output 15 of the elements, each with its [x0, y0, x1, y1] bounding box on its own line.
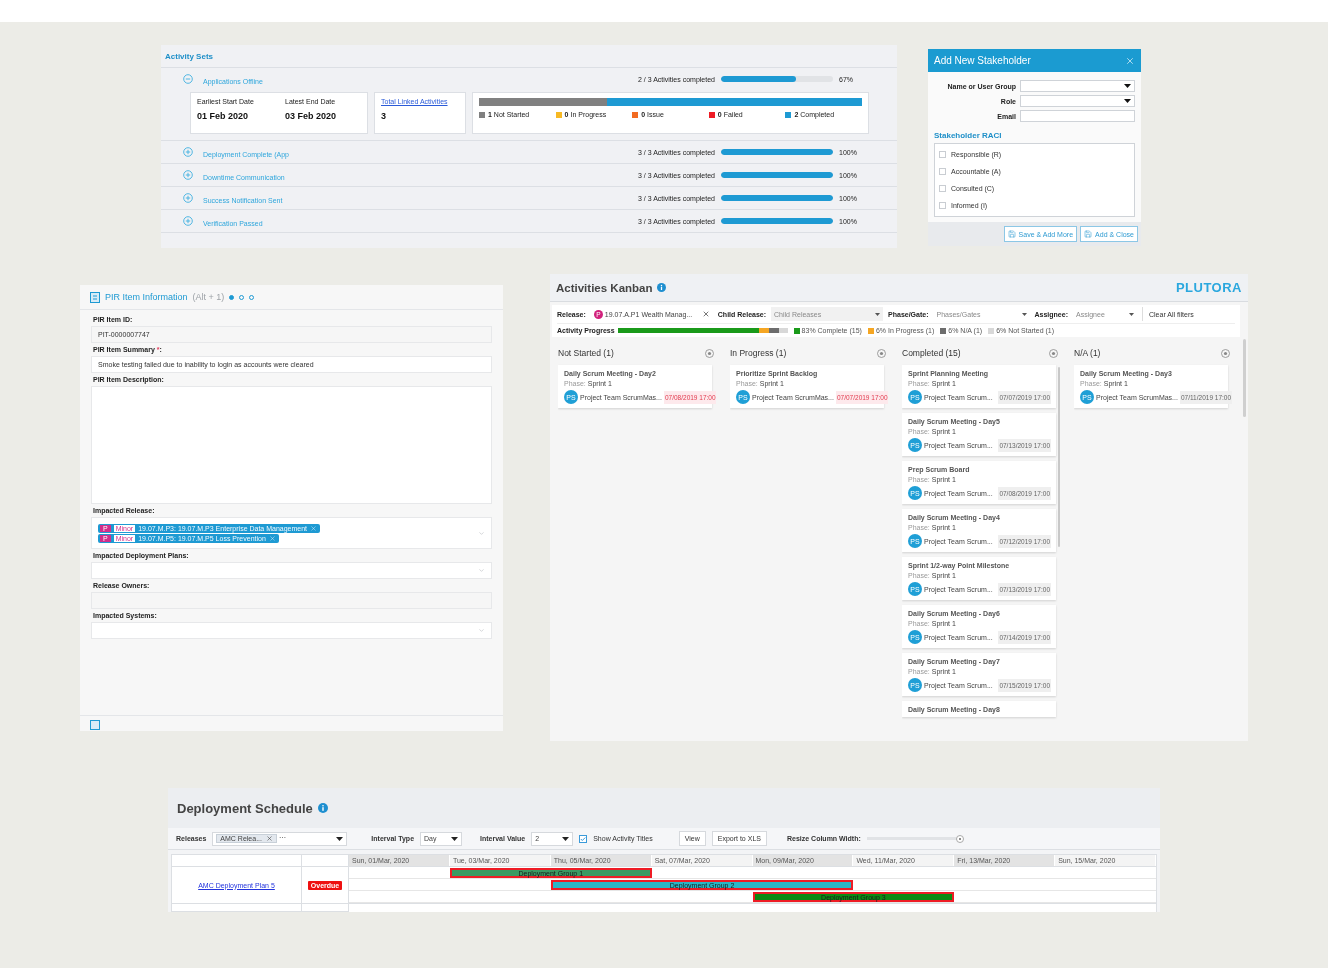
page-title: Deployment Schedule: [177, 800, 313, 816]
column-title: Completed (15): [902, 348, 961, 358]
shortcut-hint: (Alt + 1): [192, 292, 225, 302]
section-title: PIR Item Information: [105, 292, 188, 302]
count-value: 3: [381, 111, 387, 121]
date-value: 01 Feb 2020: [197, 111, 250, 121]
panel-title: Activity Sets: [161, 45, 897, 68]
brand-logo: PLUTORA: [1175, 280, 1242, 295]
date-value: 03 Feb 2020: [285, 111, 338, 121]
column-title: Not Started (1): [558, 348, 614, 358]
page-title: Activities Kanban: [556, 281, 653, 294]
dialog-title: Add New Stakeholder: [934, 55, 1031, 66]
column-title: In Progress (1): [730, 348, 787, 358]
section-title: Stakeholder RACI: [933, 130, 1003, 142]
column-title: N/A (1): [1074, 348, 1101, 358]
